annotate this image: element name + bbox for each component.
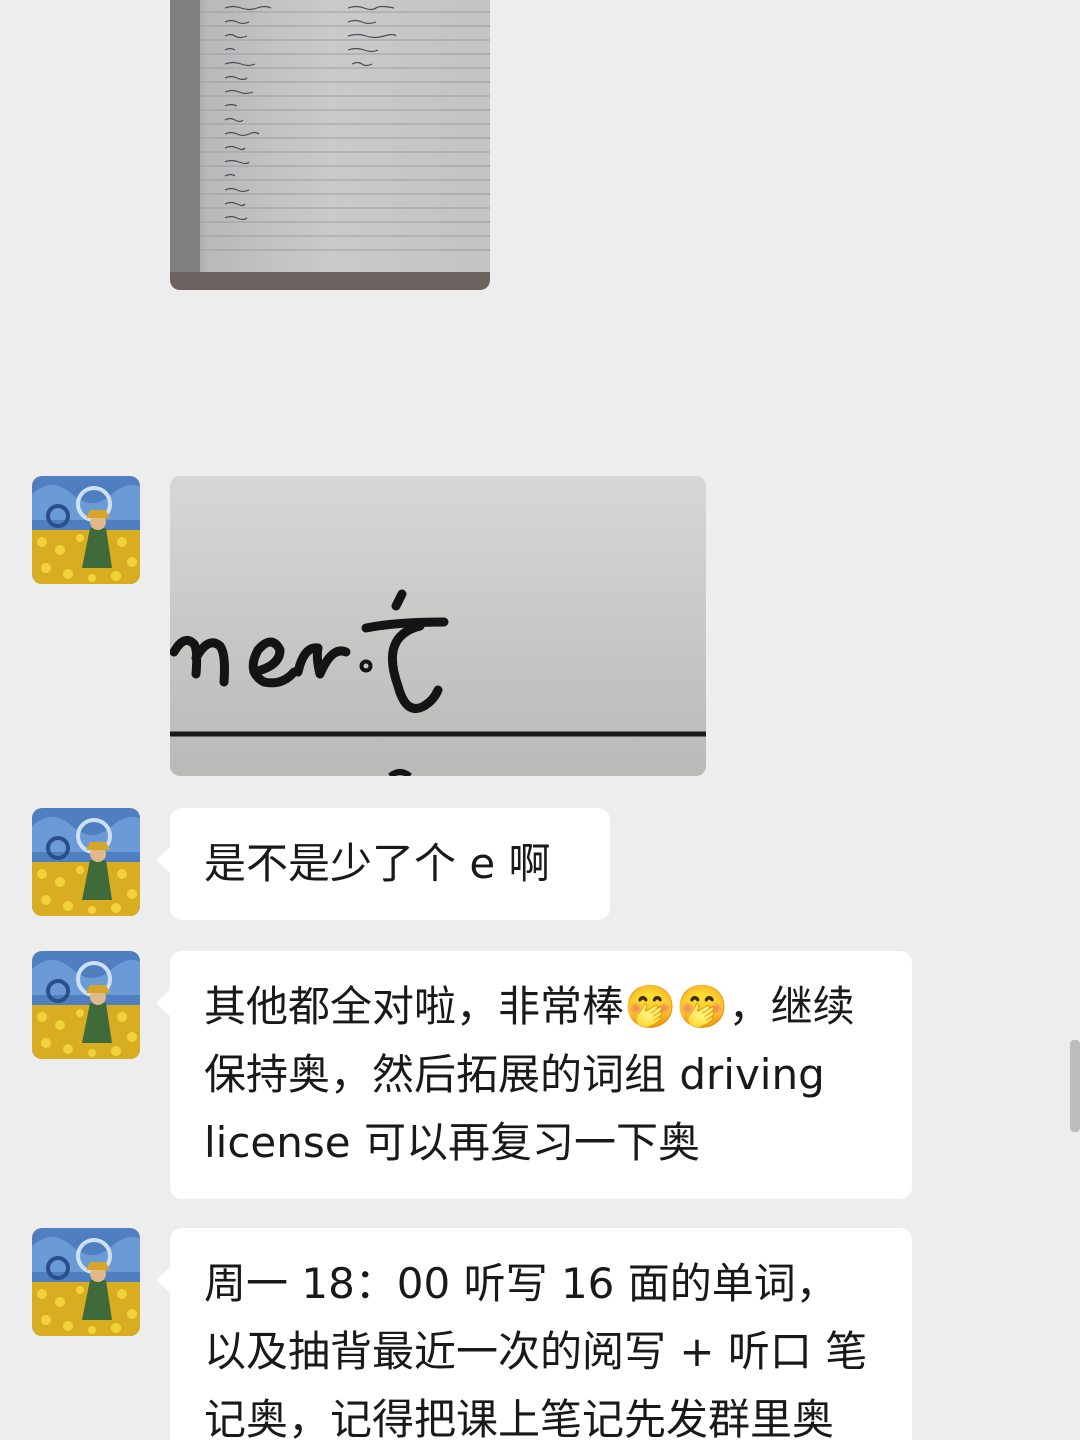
notebook-photo-message[interactable] bbox=[170, 0, 490, 290]
avatar-image bbox=[32, 951, 140, 1059]
chat-screen: 是不是少了个 e 啊 其他都全对啦，非常棒🤭🤭，继续保持奥，然后拓展的词组 dr… bbox=[0, 0, 1080, 1440]
sender-avatar[interactable] bbox=[32, 1228, 140, 1336]
handwriting-photo-message[interactable] bbox=[170, 476, 706, 776]
sender-avatar[interactable] bbox=[32, 808, 140, 916]
handwriting-photo bbox=[170, 476, 706, 776]
notebook-photo bbox=[170, 0, 490, 290]
avatar-image bbox=[32, 808, 140, 916]
message-text: 周一 18：00 听写 16 面的单词，以及抽背最近一次的阅写 + 听口 笔记奥… bbox=[204, 1259, 868, 1440]
sender-avatar[interactable] bbox=[32, 476, 140, 584]
scrollbar-thumb[interactable] bbox=[1070, 1040, 1080, 1132]
message-bubble[interactable]: 周一 18：00 听写 16 面的单词，以及抽背最近一次的阅写 + 听口 笔记奥… bbox=[156, 1228, 912, 1440]
message-text: 是不是少了个 e 啊 bbox=[204, 839, 551, 888]
message-bubble[interactable]: 是不是少了个 e 啊 bbox=[156, 808, 610, 920]
avatar-image bbox=[32, 1228, 140, 1336]
avatar-image bbox=[32, 476, 140, 584]
message-text: 其他都全对啦，非常棒🤭🤭，继续保持奥，然后拓展的词组 driving licen… bbox=[204, 982, 855, 1167]
message-bubble[interactable]: 其他都全对啦，非常棒🤭🤭，继续保持奥，然后拓展的词组 driving licen… bbox=[156, 951, 912, 1199]
sender-avatar[interactable] bbox=[32, 951, 140, 1059]
